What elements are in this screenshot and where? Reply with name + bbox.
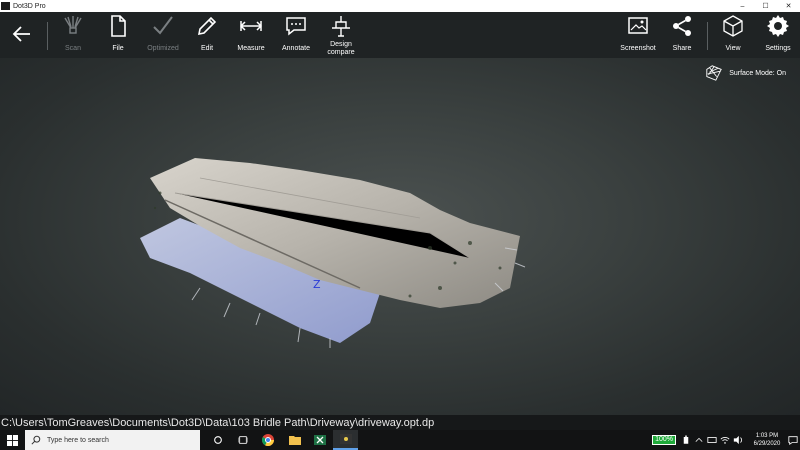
notifications-button[interactable] [786,430,800,450]
scan-button[interactable]: Scan [58,14,88,58]
excel-taskbar-button[interactable] [307,430,332,450]
scan-label: Scan [65,45,81,52]
gear-icon [767,15,789,37]
edit-button[interactable]: Edit [192,14,222,58]
toolbar-separator [47,22,48,50]
point-cloud-scan [140,158,526,348]
system-tray: 100% 1:03 PM 6/29/2020 [652,430,800,450]
design-compare-icon [332,16,350,37]
z-axis-label: Z [313,278,321,291]
view-label: View [725,45,741,52]
chrome-icon [261,434,274,446]
file-path-text: C:\Users\TomGreaves\Documents\Dot3D\Data… [1,416,435,429]
back-button[interactable] [10,22,34,46]
maximize-button[interactable]: ☐ [754,0,777,12]
chrome-taskbar-button[interactable] [255,430,280,450]
cortana-button[interactable] [205,430,230,450]
settings-label: Settings [765,45,791,52]
notification-icon [788,436,798,445]
measure-label: Measure [237,45,265,52]
share-label: Share [672,45,692,52]
network-icon[interactable] [706,434,717,446]
cortana-icon [213,436,222,444]
search-placeholder: Type here to search [47,436,109,444]
settings-button[interactable]: Settings [762,14,794,58]
design-compare-label-line1: Design [330,41,352,48]
optimized-button[interactable]: Optimized [143,14,183,58]
start-button[interactable] [0,430,25,450]
chevron-up-icon[interactable] [693,434,704,446]
battery-icon[interactable] [680,434,691,446]
design-compare-button[interactable]: Design compare [323,14,359,58]
wifi-icon[interactable] [719,434,730,446]
title-bar: Dot3D Pro – ☐ ✕ [0,0,800,12]
file-button[interactable]: File [103,14,133,58]
task-view-button[interactable] [230,430,255,450]
pencil-icon [197,16,217,36]
share-button[interactable]: Share [667,14,697,58]
arrow-left-icon [12,26,30,42]
screenshot-button[interactable]: Screenshot [618,14,658,58]
annotate-button[interactable]: Annotate [279,14,313,58]
edit-label: Edit [200,45,214,52]
measure-icon [239,21,263,31]
dot3d-taskbar-button[interactable] [333,430,358,450]
app-logo-icon [1,2,10,10]
screenshot-icon [628,17,648,34]
view-button[interactable]: View [718,14,748,58]
3d-viewport[interactable]: Surface Mode: On Z [0,58,800,415]
task-view-icon [237,436,248,444]
search-icon [31,435,41,445]
screenshot-label: Screenshot [620,45,656,52]
scan-icon [64,16,82,34]
file-icon [111,15,126,37]
measure-button[interactable]: Measure [234,14,268,58]
windows-logo-icon [7,434,18,446]
design-compare-label-line2: compare [327,49,355,56]
clock-date: 6/29/2020 [753,441,781,447]
share-icon [673,16,691,36]
file-label: File [112,45,124,52]
excel-icon [313,435,326,445]
optimized-label: Optimized [147,45,179,52]
toolbar-separator [707,22,708,50]
taskbar-search-box[interactable]: Type here to search [25,430,200,450]
volume-icon[interactable] [732,434,743,446]
clock-time: 1:03 PM [755,433,779,439]
close-button[interactable]: ✕ [777,0,800,12]
main-toolbar: Scan File Optimized Edit Measure Annotat… [0,12,800,58]
taskbar-clock[interactable]: 1:03 PM 6/29/2020 [748,432,786,448]
minimize-button[interactable]: – [731,0,754,12]
dot3d-icon [339,434,352,444]
design-compare-label: Design compare [327,41,354,57]
windows-taskbar: Type here to search 100% 1:03 PM 6/29/20… [0,430,800,450]
checkmark-icon [153,16,173,35]
file-path-bar: C:\Users\TomGreaves\Documents\Dot3D\Data… [0,415,800,430]
battery-indicator[interactable]: 100% [652,435,676,445]
window-title: Dot3D Pro [13,2,46,10]
cube-icon [723,15,743,37]
app-window: Dot3D Pro – ☐ ✕ Scan File Optimized Edit… [0,0,800,430]
annotate-label: Annotate [281,45,311,52]
file-explorer-icon [288,436,301,445]
file-explorer-taskbar-button[interactable] [282,430,307,450]
speech-bubble-icon [286,17,306,36]
